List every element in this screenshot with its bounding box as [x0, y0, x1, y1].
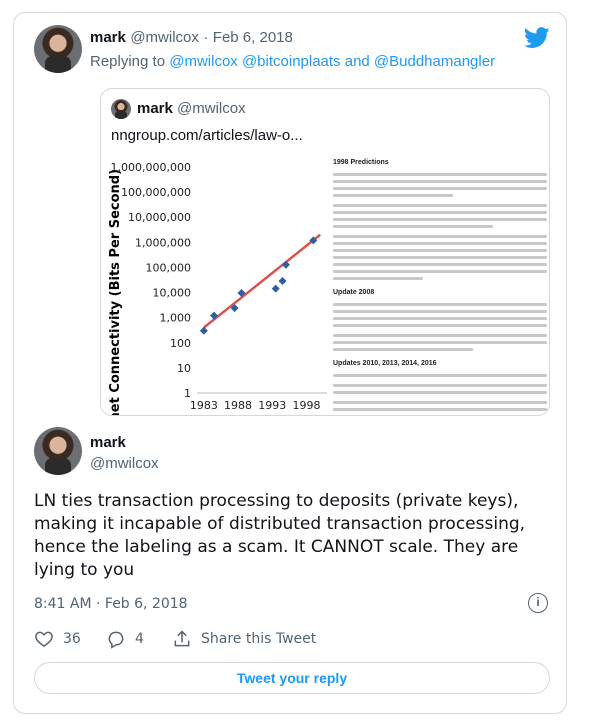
handle[interactable]: @mwilcox: [130, 29, 199, 46]
y-tick-label: 10,000: [153, 287, 192, 300]
article-image[interactable]: Internet Connectivity (Bits Per Second) …: [101, 153, 549, 415]
share-icon: [174, 630, 190, 647]
y-tick-label: 100,000: [146, 261, 192, 274]
data-point: [278, 277, 287, 286]
quoted-handle: @mwilcox: [177, 100, 246, 117]
reply-icon: [108, 631, 124, 649]
connectivity-chart: Internet Connectivity (Bits Per Second) …: [108, 161, 327, 415]
x-tick-label: 1988: [224, 399, 252, 412]
parent-tweet-header: mark @mwilcox · Feb 6, 2018: [90, 29, 293, 47]
y-tick-label: 1,000: [160, 312, 192, 325]
replying-to-handles[interactable]: @mwilcox @bitcoinplaats and @Buddhamangl…: [169, 53, 495, 70]
avatar[interactable]: [34, 427, 82, 475]
article-text-column: 1998 Predictions Update 2008 Updates 201…: [333, 153, 549, 415]
article-heading: 1998 Predictions: [333, 159, 389, 166]
data-point: [199, 326, 208, 335]
like-button[interactable]: 36: [34, 629, 81, 649]
display-name[interactable]: mark: [90, 434, 126, 451]
tweet-your-reply-button[interactable]: Tweet your reply: [34, 662, 550, 694]
quoted-display-name: mark: [137, 100, 173, 117]
twitter-bird-icon[interactable]: [524, 27, 550, 49]
reply-button[interactable]: 4: [106, 629, 144, 649]
quoted-link-text: nngroup.com/articles/law-o...: [111, 127, 303, 144]
y-tick-label: 100: [170, 337, 191, 350]
share-label: Share this Tweet: [201, 631, 317, 647]
tweet-timestamp[interactable]: 8:41 AM · Feb 6, 2018: [34, 596, 188, 612]
separator: ·: [96, 596, 101, 612]
y-tick-label: 10,000,000: [128, 211, 191, 224]
y-tick-label: 100,000,000: [121, 186, 191, 199]
x-tick-label: 1993: [258, 399, 286, 412]
quoted-tweet-header: mark @mwilcox: [137, 100, 246, 117]
replying-prefix: Replying to: [90, 53, 166, 70]
share-button[interactable]: Share this Tweet: [172, 629, 316, 649]
trend-line: [203, 233, 321, 329]
y-tick-label: 1,000,000,000: [111, 161, 191, 174]
y-tick-label: 10: [177, 362, 191, 375]
replying-to-line: Replying to @mwilcox @bitcoinplaats and …: [90, 53, 495, 70]
y-tick-label: 1,000,000: [135, 236, 191, 249]
x-tick-label: 1983: [190, 399, 218, 412]
article-heading: Update 2008: [333, 289, 375, 296]
like-count: 36: [63, 631, 81, 647]
quoted-tweet[interactable]: mark @mwilcox nngroup.com/articles/law-o…: [100, 88, 550, 416]
avatar: [111, 99, 131, 119]
x-tick-label: 1998: [292, 399, 320, 412]
tweet-card: mark @mwilcox · Feb 6, 2018 Replying to …: [13, 12, 567, 714]
handle[interactable]: @mwilcox: [90, 455, 159, 472]
article-heading: Updates 2010, 2013, 2014, 2016: [333, 360, 437, 367]
display-name[interactable]: mark: [90, 29, 126, 46]
data-point: [271, 284, 280, 293]
y-axis-label: Internet Connectivity (Bits Per Second): [108, 169, 123, 415]
reply-count: 4: [135, 631, 144, 647]
avatar[interactable]: [34, 25, 82, 73]
tweet-date[interactable]: Feb 6, 2018: [105, 596, 188, 612]
info-icon[interactable]: i: [528, 593, 548, 613]
tweet-text: LN ties transaction processing to deposi…: [34, 491, 526, 580]
data-point: [281, 260, 290, 269]
separator: ·: [203, 29, 209, 46]
heart-icon: [35, 631, 53, 647]
tweet-date[interactable]: Feb 6, 2018: [213, 29, 293, 46]
tweet-time[interactable]: 8:41 AM: [34, 596, 92, 612]
